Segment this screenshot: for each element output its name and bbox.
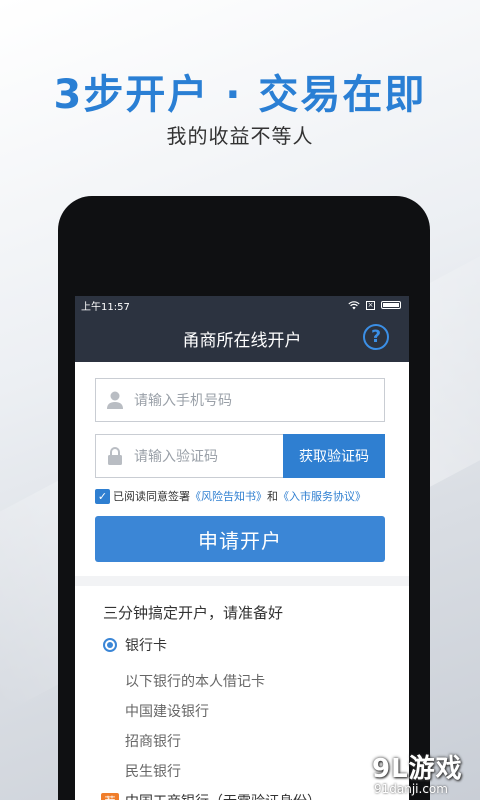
bank-card-option[interactable]: 银行卡: [103, 635, 389, 655]
wifi-icon: [348, 300, 360, 309]
bank-hint: 以下银行的本人借记卡: [125, 674, 265, 690]
page-title: 甬商所在线开户: [182, 330, 302, 351]
bank-item: 招商银行: [125, 734, 181, 750]
option-label: 银行卡: [125, 638, 167, 654]
code-input[interactable]: 请输入验证码: [95, 434, 283, 478]
status-bar: 上午11:57 ×: [75, 296, 409, 314]
phone-placeholder: 请输入手机号码: [134, 393, 232, 409]
bank-item: 民生银行: [125, 764, 181, 780]
verification-row: 请输入验证码 获取验证码: [95, 434, 385, 478]
apply-button[interactable]: 申请开户: [95, 516, 385, 562]
preparation-section: 三分钟搞定开户，请准备好 银行卡 以下银行的本人借记卡 中国建设银行 招商银行 …: [75, 586, 409, 800]
watermark-url: 91danji.com: [374, 782, 448, 796]
risk-notice-link[interactable]: 《风险告知书》: [190, 488, 267, 504]
phone-screen: 上午11:57 × 甬商所在线开户 ? 请输入手机号码 请输入验证码 获取验证码…: [75, 296, 409, 800]
agree-prefix: 已阅读同意签署: [113, 490, 190, 503]
promo-subline: 我的收益不等人: [166, 124, 314, 148]
bank-item: 中国建设银行: [125, 704, 209, 720]
agree-mid: 和: [267, 490, 278, 503]
recommend-badge: 荐: [101, 793, 119, 800]
battery-icon: [381, 301, 401, 309]
app-header: 甬商所在线开户 ?: [75, 314, 409, 362]
lock-icon: [96, 446, 134, 466]
prep-title: 三分钟搞定开户，请准备好: [103, 604, 284, 622]
service-agreement-link[interactable]: 《入市服务协议》: [278, 488, 366, 504]
site-watermark: 9L游戏 91danji.com: [370, 744, 480, 800]
code-placeholder: 请输入验证码: [134, 449, 218, 465]
recommended-bank: 中国工商银行（无需验证身份）: [125, 787, 321, 800]
help-icon[interactable]: ?: [363, 324, 389, 350]
signup-form: 请输入手机号码 请输入验证码 获取验证码 ✓ 已阅读同意签署 《风险告知书》 和…: [75, 362, 409, 576]
no-sim-icon: ×: [366, 300, 375, 310]
watermark-logo: 9L游戏: [372, 754, 463, 784]
recommended-bank-row: 荐 中国工商银行（无需验证身份）: [101, 787, 389, 800]
user-icon: [96, 390, 134, 410]
status-time: 上午11:57: [81, 301, 130, 313]
radio-selected-icon: [103, 638, 117, 652]
status-icons: ×: [348, 300, 401, 310]
promo-headline: 3步开户 · 交易在即: [53, 72, 427, 118]
phone-input[interactable]: 请输入手机号码: [95, 378, 385, 422]
agreement-row: ✓ 已阅读同意签署 《风险告知书》 和 《入市服务协议》: [95, 488, 385, 504]
agree-checkbox[interactable]: ✓: [95, 488, 110, 504]
get-code-button[interactable]: 获取验证码: [283, 434, 385, 478]
